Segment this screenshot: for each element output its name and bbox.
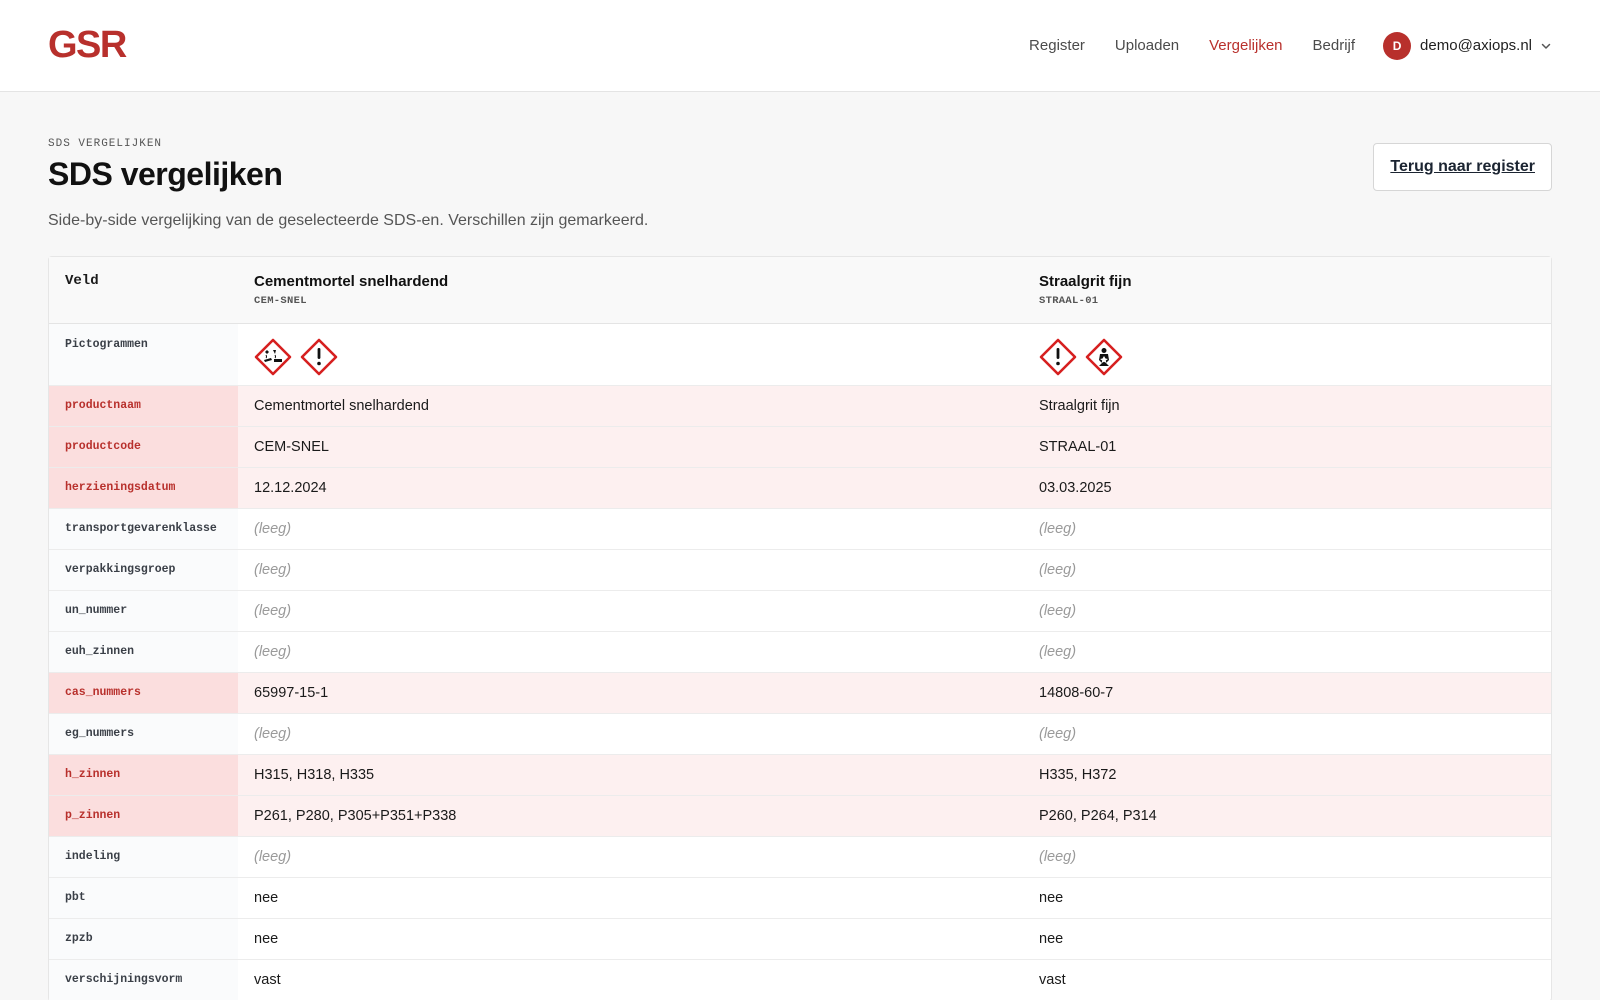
field-label: cas_nummers: [49, 672, 238, 714]
value-cell: nee: [238, 877, 1023, 919]
value-cell: nee: [1023, 918, 1551, 960]
value-cell: (leeg): [1023, 549, 1551, 591]
product-name: Cementmortel snelhardend: [254, 273, 449, 290]
field-label: h_zinnen: [49, 754, 238, 796]
table-row: verpakkingsgroep (leeg) (leeg): [49, 549, 1551, 591]
user-email: demo@axiops.nl: [1420, 37, 1532, 54]
page-heading-group: SDS VERGELIJKEN SDS vergelijken Side-by-…: [48, 138, 648, 230]
product-name: Straalgrit fijn: [1039, 273, 1132, 290]
ghs07-exclamation-icon: [300, 338, 338, 376]
table-row: h_zinnen H315, H318, H335 H335, H372: [49, 754, 1551, 796]
value-cell: 12.12.2024: [238, 467, 1023, 509]
comparison-table-container: Veld Cementmortel snelhardend CEM-SNEL S…: [48, 256, 1552, 1000]
value-cell: 03.03.2025: [1023, 467, 1551, 509]
value-cell: STRAAL-01: [1023, 426, 1551, 468]
table-row: indeling (leeg) (leeg): [49, 836, 1551, 878]
page-title: SDS vergelijken: [48, 156, 283, 192]
field-label: transportgevarenklasse: [49, 508, 238, 550]
value-cell: (leeg): [238, 836, 1023, 878]
value-cell: 65997-15-1: [238, 672, 1023, 714]
page-header: SDS VERGELIJKEN SDS vergelijken Side-by-…: [48, 138, 1552, 230]
page-eyebrow: SDS VERGELIJKEN: [48, 138, 163, 150]
comparison-table: Veld Cementmortel snelhardend CEM-SNEL S…: [49, 257, 1551, 1000]
table-row: herzieningsdatum 12.12.2024 03.03.2025: [49, 467, 1551, 509]
product-column-header: Straalgrit fijn STRAAL-01: [1023, 257, 1551, 324]
table-row: zpzb nee nee: [49, 918, 1551, 960]
value-cell: vast: [238, 959, 1023, 1000]
table-row: productcode CEM-SNEL STRAAL-01: [49, 426, 1551, 468]
value-cell: P261, P280, P305+P351+P338: [238, 795, 1023, 837]
value-cell: (leeg): [238, 590, 1023, 632]
back-to-register-button[interactable]: Terug naar register: [1373, 143, 1552, 191]
value-cell: (leeg): [238, 549, 1023, 591]
gsr-logo[interactable]: GSR: [48, 24, 127, 67]
value-cell: H315, H318, H335: [238, 754, 1023, 796]
value-cell: vast: [1023, 959, 1551, 1000]
field-label: herzieningsdatum: [49, 467, 238, 509]
value-cell: (leeg): [238, 508, 1023, 550]
field-label: verschijningsvorm: [49, 959, 238, 1000]
field-label: productnaam: [49, 385, 238, 427]
table-row: pbt nee nee: [49, 877, 1551, 919]
field-label: un_nummer: [49, 590, 238, 632]
chevron-down-icon: [1540, 40, 1552, 52]
value-cell: Straalgrit fijn: [1023, 385, 1551, 427]
value-cell: (leeg): [1023, 508, 1551, 550]
value-cell: (leeg): [1023, 713, 1551, 755]
nav-link-uploaden[interactable]: Uploaden: [1115, 37, 1179, 54]
ghs07-exclamation-icon: [1039, 338, 1077, 376]
nav-link-bedrijf[interactable]: Bedrijf: [1313, 37, 1356, 54]
value-cell: Cementmortel snelhardend: [238, 385, 1023, 427]
value-cell: CEM-SNEL: [238, 426, 1023, 468]
user-menu[interactable]: D demo@axiops.nl: [1383, 31, 1552, 60]
ghs05-corrosive-icon: [254, 338, 292, 376]
table-row: productnaam Cementmortel snelhardend Straa…: [49, 385, 1551, 427]
main-content: SDS VERGELIJKEN SDS vergelijken Side-by-…: [0, 92, 1600, 1000]
table-row: transportgevarenklasse (leeg) (leeg): [49, 508, 1551, 550]
value-cell: 14808-60-7: [1023, 672, 1551, 714]
field-label: pbt: [49, 877, 238, 919]
field-label: zpzb: [49, 918, 238, 960]
table-row: p_zinnen P261, P280, P305+P351+P338 P260, …: [49, 795, 1551, 837]
avatar: D: [1383, 31, 1412, 60]
table-row: verschijningsvorm vast vast: [49, 959, 1551, 1000]
field-label: productcode: [49, 426, 238, 468]
table-header-row: Veld Cementmortel snelhardend CEM-SNEL S…: [49, 257, 1551, 324]
product-code: CEM-SNEL: [254, 295, 307, 307]
field-label: indeling: [49, 836, 238, 878]
page-subtitle: Side-by-side vergelijking van de geselec…: [48, 212, 649, 229]
product-code: STRAAL-01: [1039, 295, 1099, 307]
field-label: euh_zinnen: [49, 631, 238, 673]
top-navigation-bar: GSR Register Uploaden Vergelijken Bedrij…: [0, 0, 1600, 92]
table-row: cas_nummers 65997-15-1 14808-60-7: [49, 672, 1551, 714]
pictogram-cell: [238, 323, 1023, 386]
nav-link-vergelijken[interactable]: Vergelijken: [1209, 37, 1282, 54]
pictogram-group: [254, 338, 1007, 376]
value-cell: nee: [1023, 877, 1551, 919]
value-cell: nee: [238, 918, 1023, 960]
field-label: p_zinnen: [49, 795, 238, 837]
table-row: euh_zinnen (leeg) (leeg): [49, 631, 1551, 673]
pictogram-group: [1039, 338, 1535, 376]
value-cell: (leeg): [238, 631, 1023, 673]
pictogram-cell: [1023, 323, 1551, 386]
table-row: eg_nummers (leeg) (leeg): [49, 713, 1551, 755]
field-label: eg_nummers: [49, 713, 238, 755]
product-column-header: Cementmortel snelhardend CEM-SNEL: [238, 257, 1023, 324]
nav-link-register[interactable]: Register: [1029, 37, 1085, 54]
field-label: verpakkingsgroep: [49, 549, 238, 591]
table-row-pictogrammen: Pictogrammen: [49, 323, 1551, 386]
value-cell: (leeg): [1023, 590, 1551, 632]
main-nav: Register Uploaden Vergelijken Bedrijf D …: [999, 31, 1552, 60]
value-cell: P260, P264, P314: [1023, 795, 1551, 837]
value-cell: (leeg): [238, 713, 1023, 755]
table-row: un_nummer (leeg) (leeg): [49, 590, 1551, 632]
value-cell: (leeg): [1023, 836, 1551, 878]
ghs08-health-hazard-icon: [1085, 338, 1123, 376]
field-label: Pictogrammen: [49, 323, 238, 386]
field-column-header: Veld: [49, 257, 238, 324]
comparison-table-body: Pictogrammen productnaam Cementmortel sne…: [49, 323, 1551, 1000]
value-cell: (leeg): [1023, 631, 1551, 673]
value-cell: H335, H372: [1023, 754, 1551, 796]
